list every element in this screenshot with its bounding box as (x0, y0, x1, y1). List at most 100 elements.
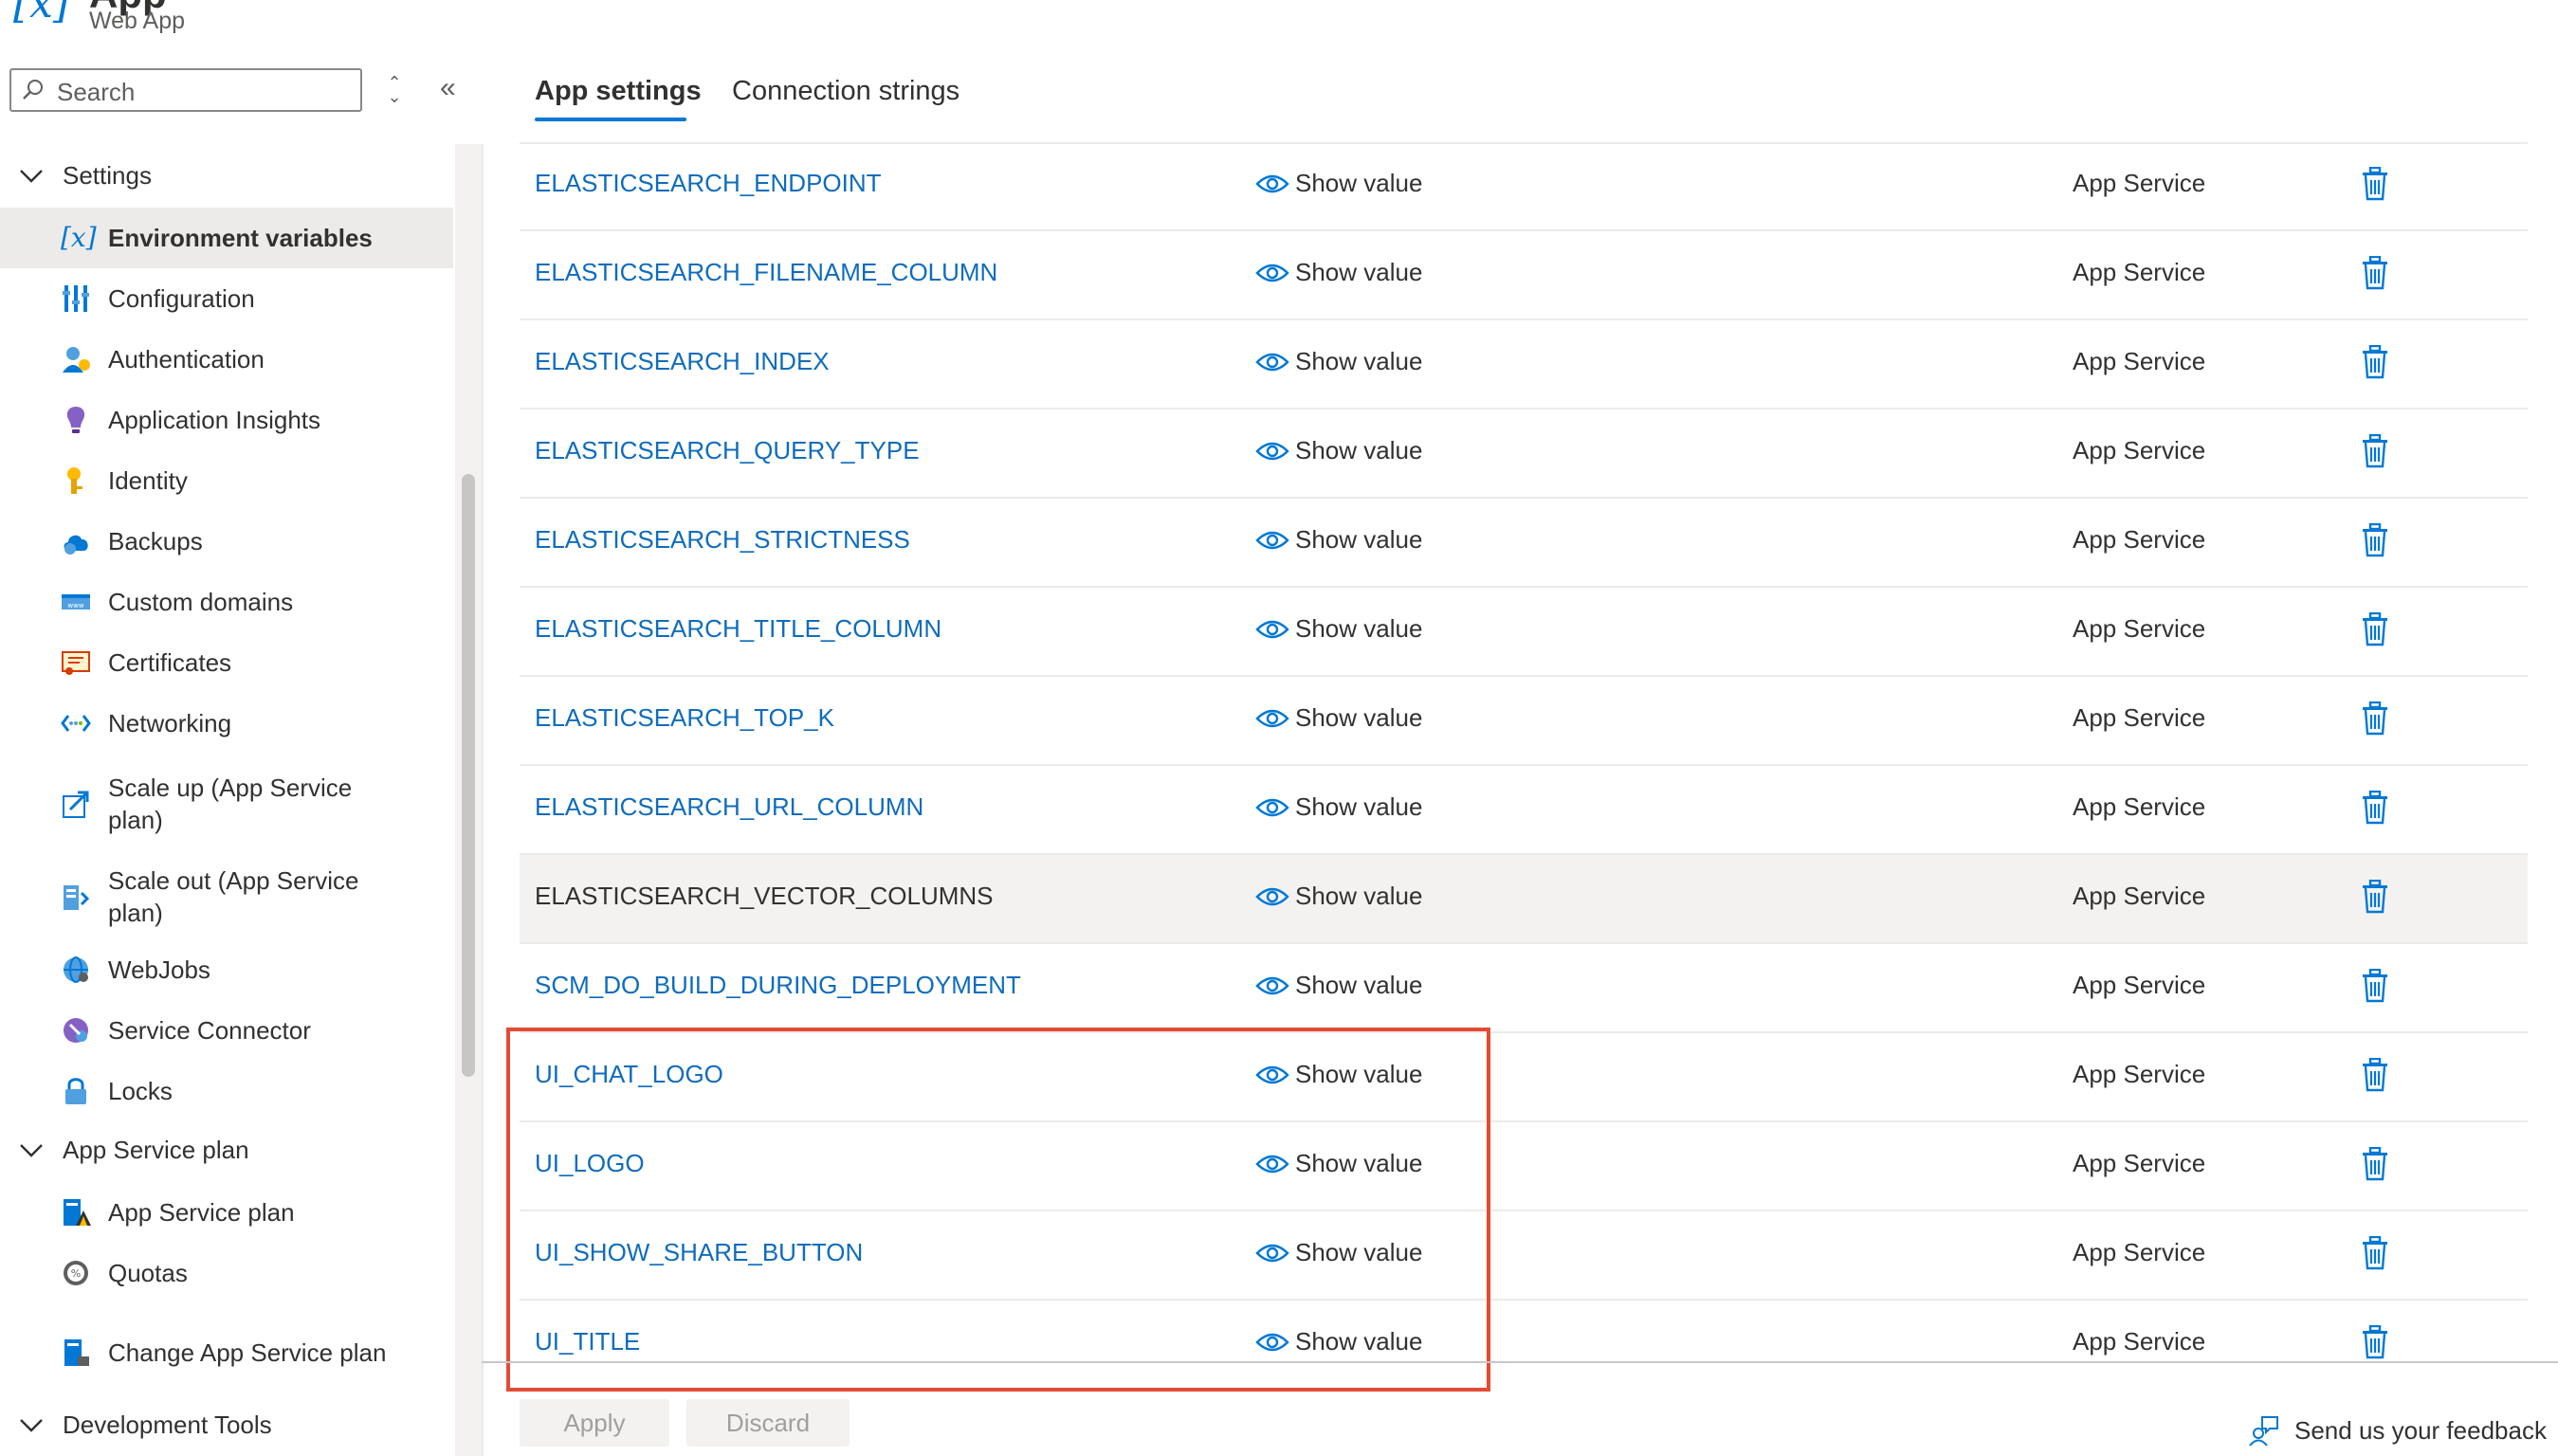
table-row[interactable]: ELASTICSEARCH_TOP_K Show value App Service (520, 677, 2528, 766)
sidebar-item-identity[interactable]: Identity (0, 450, 453, 511)
eye-icon[interactable] (1255, 351, 1289, 373)
show-value-button[interactable]: Show value (1295, 703, 1422, 733)
expand-collapse-icon[interactable]: ⌃ ⌄ (383, 74, 406, 105)
eye-icon[interactable] (1255, 262, 1289, 284)
identity-icon (67, 467, 82, 494)
setting-name-link[interactable]: ELASTICSEARCH_VECTOR_COLUMNS (535, 882, 994, 911)
source-cell: App Service (2073, 169, 2206, 197)
source-cell: App Service (2073, 525, 2206, 554)
collapse-sidebar-icon[interactable]: « (440, 72, 456, 104)
setting-name-link[interactable]: ELASTICSEARCH_FILENAME_COLUMN (535, 258, 997, 287)
eye-icon[interactable] (1255, 885, 1289, 908)
setting-name-link[interactable]: ELASTICSEARCH_URL_COLUMN (535, 792, 923, 822)
show-value-button[interactable]: Show value (1295, 169, 1422, 198)
delete-icon[interactable] (2361, 434, 2389, 468)
sidebar-item-networking[interactable]: Networking (0, 693, 453, 754)
setting-name-link[interactable]: ELASTICSEARCH_ENDPOINT (535, 169, 882, 198)
eye-icon[interactable] (1255, 974, 1289, 997)
table-row[interactable]: SCM_DO_BUILD_DURING_DEPLOYMENT Show value… (520, 944, 2528, 1033)
sidebar-item-change-plan[interactable]: Change App Service plan (0, 1318, 453, 1388)
search-input[interactable]: Search (9, 68, 362, 112)
sidebar-item-app-service-plan[interactable]: App Service plan (0, 1182, 453, 1243)
sidebar-item-custom-domains[interactable]: www Custom domains (0, 572, 453, 632)
show-value-button[interactable]: Show value (1295, 792, 1422, 822)
delete-icon[interactable] (2361, 523, 2389, 557)
sidebar-item-service-connector[interactable]: Service Connector (0, 1000, 453, 1061)
source-cell: App Service (2073, 614, 2206, 643)
svg-text:%: % (71, 1267, 81, 1280)
setting-name-link[interactable]: ELASTICSEARCH_QUERY_TYPE (535, 436, 920, 465)
delete-icon[interactable] (2361, 1236, 2389, 1270)
setting-name-link[interactable]: ELASTICSEARCH_TITLE_COLUMN (535, 614, 941, 644)
source-cell: App Service (2073, 258, 2206, 286)
eye-icon[interactable] (1255, 529, 1289, 552)
sidebar-item-label: Configuration (108, 284, 255, 313)
delete-icon[interactable] (2361, 701, 2389, 736)
table-row[interactable]: ELASTICSEARCH_ENDPOINT Show value App Serv… (520, 142, 2528, 231)
sidebar-item-authentication[interactable]: Authentication (0, 329, 453, 390)
sidebar-item-locks[interactable]: Locks (0, 1061, 453, 1121)
table-row[interactable]: ELASTICSEARCH_INDEX Show value App Service (520, 320, 2528, 410)
show-value-button[interactable]: Show value (1295, 525, 1422, 555)
sidebar-item-label: Quotas (108, 1259, 188, 1287)
delete-icon[interactable] (2361, 256, 2389, 290)
table-row[interactable]: ELASTICSEARCH_QUERY_TYPE Show value App Se… (520, 410, 2528, 499)
delete-icon[interactable] (2361, 167, 2389, 201)
delete-icon[interactable] (2361, 880, 2389, 914)
nav-group-development-tools[interactable]: Development Tools (19, 1410, 272, 1440)
configuration-icon (63, 285, 89, 312)
sidebar-item-certificates[interactable]: Certificates (0, 632, 453, 693)
sidebar-item-scale-out[interactable]: Scale out (App Service plan) (0, 862, 453, 932)
setting-name-link[interactable]: ELASTICSEARCH_STRICTNESS (535, 525, 910, 555)
show-value-button[interactable]: Show value (1295, 614, 1422, 644)
sidebar-item-label: Change App Service plan (108, 1338, 387, 1367)
highlight-box (506, 1028, 1490, 1392)
sidebar-item-webjobs[interactable]: WebJobs (0, 939, 453, 1000)
show-value-button[interactable]: Show value (1295, 347, 1422, 376)
sidebar-item-label: Environment variables (108, 224, 373, 252)
scale-up-icon (63, 791, 89, 818)
table-row[interactable]: ELASTICSEARCH_TITLE_COLUMN Show value App … (520, 588, 2528, 677)
sidebar-item-application-insights[interactable]: Application Insights (0, 390, 453, 450)
table-row[interactable]: ELASTICSEARCH_STRICTNESS Show value App Se… (520, 499, 2528, 588)
setting-name-link[interactable]: ELASTICSEARCH_TOP_K (535, 703, 834, 733)
nav-group-settings[interactable]: Settings (19, 161, 152, 191)
apply-button[interactable]: Apply (520, 1399, 669, 1447)
show-value-button[interactable]: Show value (1295, 436, 1422, 465)
delete-icon[interactable] (2361, 1325, 2389, 1359)
show-value-button[interactable]: Show value (1295, 971, 1422, 1000)
table-row[interactable]: ELASTICSEARCH_FILENAME_COLUMN Show value A… (520, 231, 2528, 320)
show-value-button[interactable]: Show value (1295, 882, 1422, 911)
setting-name-link[interactable]: SCM_DO_BUILD_DURING_DEPLOYMENT (535, 971, 1021, 1000)
sidebar-scrollbar-thumb[interactable] (462, 474, 475, 1077)
source-cell: App Service (2073, 703, 2206, 732)
sidebar-item-backups[interactable]: Backups (0, 511, 453, 572)
eye-icon[interactable] (1255, 796, 1289, 819)
table-row[interactable]: ELASTICSEARCH_VECTOR_COLUMNS Show value Ap… (520, 855, 2528, 944)
sidebar-item-label: WebJobs (108, 956, 210, 984)
table-row[interactable]: ELASTICSEARCH_URL_COLUMN Show value App Se… (520, 766, 2528, 855)
eye-icon[interactable] (1255, 618, 1289, 641)
tab-app-settings[interactable]: App settings (535, 76, 702, 107)
delete-icon[interactable] (2361, 1147, 2389, 1181)
eye-icon[interactable] (1255, 440, 1289, 463)
show-value-button[interactable]: Show value (1295, 258, 1422, 287)
tab-connection-strings[interactable]: Connection strings (732, 76, 959, 107)
nav-group-app-service-plan[interactable]: App Service plan (19, 1136, 249, 1165)
sidebar-item-label: Networking (108, 709, 232, 737)
discard-button[interactable]: Discard (686, 1399, 850, 1447)
delete-icon[interactable] (2361, 791, 2389, 825)
delete-icon[interactable] (2361, 612, 2389, 646)
sidebar-item-quotas[interactable]: % Quotas (0, 1243, 453, 1303)
delete-icon[interactable] (2361, 969, 2389, 1003)
sidebar-item-environment-variables[interactable]: [x] Environment variables (0, 208, 453, 268)
eye-icon[interactable] (1255, 173, 1289, 195)
sidebar-item-scale-up[interactable]: Scale up (App Service plan) (0, 769, 453, 839)
delete-icon[interactable] (2361, 1058, 2389, 1092)
application-insights-icon (66, 407, 85, 433)
eye-icon[interactable] (1255, 707, 1289, 730)
backups-icon (64, 535, 88, 555)
setting-name-link[interactable]: ELASTICSEARCH_INDEX (535, 347, 830, 376)
delete-icon[interactable] (2361, 345, 2389, 379)
sidebar-item-configuration[interactable]: Configuration (0, 268, 453, 329)
